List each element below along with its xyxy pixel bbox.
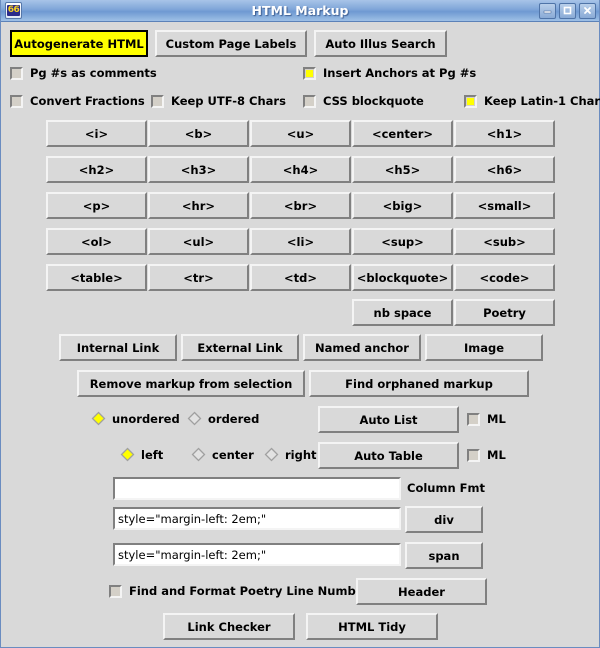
checkbox-css-blockquote[interactable]: CSS blockquote	[303, 94, 424, 108]
link-checker-button[interactable]: Link Checker	[163, 613, 295, 640]
radio-ordered[interactable]: ordered	[187, 411, 259, 426]
checkbox-indicator[interactable]	[151, 94, 164, 108]
close-button[interactable]	[579, 2, 596, 19]
custom-page-labels-button[interactable]: Custom Page Labels	[155, 30, 307, 57]
checkbox-auto-list-ml[interactable]: ML	[467, 412, 506, 426]
poetry-button[interactable]: Poetry	[454, 299, 555, 326]
radio-label: right	[285, 447, 317, 462]
tag-button-p[interactable]: <p>	[46, 192, 147, 219]
named-anchor-button[interactable]: Named anchor	[303, 334, 421, 361]
header-button[interactable]: Header	[356, 578, 487, 605]
tag-button-h2[interactable]: <h2>	[46, 156, 147, 183]
tag-button-tr[interactable]: <tr>	[148, 264, 249, 291]
radio-left[interactable]: left	[120, 447, 163, 462]
tag-button-ul[interactable]: <ul>	[148, 228, 249, 255]
internal-link-button[interactable]: Internal Link	[59, 334, 177, 361]
maximize-button[interactable]	[559, 2, 576, 19]
diamond-selected-icon[interactable]	[91, 411, 106, 426]
checkbox-label: CSS blockquote	[323, 94, 424, 108]
window-controls	[539, 2, 596, 19]
html-markup-window: 66 HTML Markup Autogenerate HTML Custom …	[0, 0, 600, 648]
diamond-unselected-icon[interactable]	[187, 411, 202, 426]
tag-button-hr[interactable]: <hr>	[148, 192, 249, 219]
tag-button-b[interactable]: <b>	[148, 120, 249, 147]
autogenerate-html-button[interactable]: Autogenerate HTML	[10, 30, 148, 57]
span-button[interactable]: span	[405, 542, 483, 569]
checkbox-label: Keep Latin-1 Chars	[484, 94, 600, 108]
radio-label: left	[141, 447, 164, 462]
guiguts-icon-glyph: 66	[7, 5, 20, 16]
tag-button-i[interactable]: <i>	[46, 120, 147, 147]
tag-button-big[interactable]: <big>	[352, 192, 453, 219]
title-bar: 66 HTML Markup	[1, 0, 599, 22]
nb-space-button[interactable]: nb space	[352, 299, 453, 326]
radio-right[interactable]: right	[264, 447, 317, 462]
tag-button-code[interactable]: <code>	[454, 264, 555, 291]
diamond-unselected-icon[interactable]	[191, 447, 206, 462]
checkbox-label: Find and Format Poetry Line Numbers	[129, 584, 377, 598]
div-style-input[interactable]	[113, 507, 401, 530]
checkbox-label: ML	[487, 412, 506, 426]
checkbox-indicator[interactable]	[303, 66, 316, 80]
checkbox-indicator[interactable]	[10, 66, 23, 80]
tag-button-br[interactable]: <br>	[250, 192, 351, 219]
tag-button-sub[interactable]: <sub>	[454, 228, 555, 255]
tag-button-small[interactable]: <small>	[454, 192, 555, 219]
column-fmt-label: Column Fmt	[407, 481, 485, 495]
guiguts-icon: 66	[5, 2, 22, 19]
checkbox-convert-fractions[interactable]: Convert Fractions	[10, 94, 145, 108]
radio-unordered[interactable]: unordered	[91, 411, 180, 426]
remove-markup-from-selection-button[interactable]: Remove markup from selection	[77, 370, 305, 397]
checkbox-keep-latin1-chars[interactable]: Keep Latin-1 Chars	[464, 94, 600, 108]
checkbox-indicator[interactable]	[303, 94, 316, 108]
radio-label: unordered	[112, 411, 180, 426]
tag-button-h5[interactable]: <h5>	[352, 156, 453, 183]
tag-button-h6[interactable]: <h6>	[454, 156, 555, 183]
html-tidy-button[interactable]: HTML Tidy	[306, 613, 438, 640]
checkbox-label: Convert Fractions	[30, 94, 145, 108]
external-link-button[interactable]: External Link	[181, 334, 299, 361]
radio-center[interactable]: center	[191, 447, 254, 462]
radio-label: center	[212, 447, 254, 462]
tag-button-u[interactable]: <u>	[250, 120, 351, 147]
tag-button-h4[interactable]: <h4>	[250, 156, 351, 183]
tag-button-td[interactable]: <td>	[250, 264, 351, 291]
span-style-input[interactable]	[113, 543, 401, 566]
checkbox-label: ML	[487, 448, 506, 462]
checkbox-label: Pg #s as comments	[30, 66, 157, 80]
checkbox-keep-utf8-chars[interactable]: Keep UTF-8 Chars	[151, 94, 286, 108]
tag-button-table[interactable]: <table>	[46, 264, 147, 291]
tag-button-ol[interactable]: <ol>	[46, 228, 147, 255]
checkbox-indicator[interactable]	[467, 448, 480, 462]
checkbox-find-format-poetry-line-numbers[interactable]: Find and Format Poetry Line Numbers	[109, 584, 376, 598]
auto-illus-search-button[interactable]: Auto Illus Search	[314, 30, 447, 57]
diamond-unselected-icon[interactable]	[264, 447, 279, 462]
checkbox-indicator[interactable]	[10, 94, 23, 108]
checkbox-label: Insert Anchors at Pg #s	[323, 66, 477, 80]
checkbox-indicator[interactable]	[467, 412, 480, 426]
tag-button-h1[interactable]: <h1>	[454, 120, 555, 147]
checkbox-indicator[interactable]	[109, 584, 122, 598]
tag-button-li[interactable]: <li>	[250, 228, 351, 255]
auto-table-button[interactable]: Auto Table	[318, 442, 459, 469]
find-orphaned-markup-button[interactable]: Find orphaned markup	[309, 370, 529, 397]
radio-label: ordered	[208, 411, 260, 426]
checkbox-indicator[interactable]	[464, 94, 477, 108]
tag-button-h3[interactable]: <h3>	[148, 156, 249, 183]
checkbox-label: Keep UTF-8 Chars	[171, 94, 286, 108]
column-fmt-input[interactable]	[113, 477, 401, 500]
div-button[interactable]: div	[405, 506, 483, 533]
tag-button-sup[interactable]: <sup>	[352, 228, 453, 255]
diamond-selected-icon[interactable]	[120, 447, 135, 462]
tag-button-center[interactable]: <center>	[352, 120, 453, 147]
image-button[interactable]: Image	[425, 334, 543, 361]
checkbox-pg-numbers-as-comments[interactable]: Pg #s as comments	[10, 66, 157, 80]
window-title: HTML Markup	[251, 3, 349, 18]
tag-button-blockquote[interactable]: <blockquote>	[352, 264, 453, 291]
minimize-button[interactable]	[539, 2, 556, 19]
auto-list-button[interactable]: Auto List	[318, 406, 459, 433]
checkbox-auto-table-ml[interactable]: ML	[467, 448, 506, 462]
checkbox-insert-anchors-at-pg-numbers[interactable]: Insert Anchors at Pg #s	[303, 66, 476, 80]
